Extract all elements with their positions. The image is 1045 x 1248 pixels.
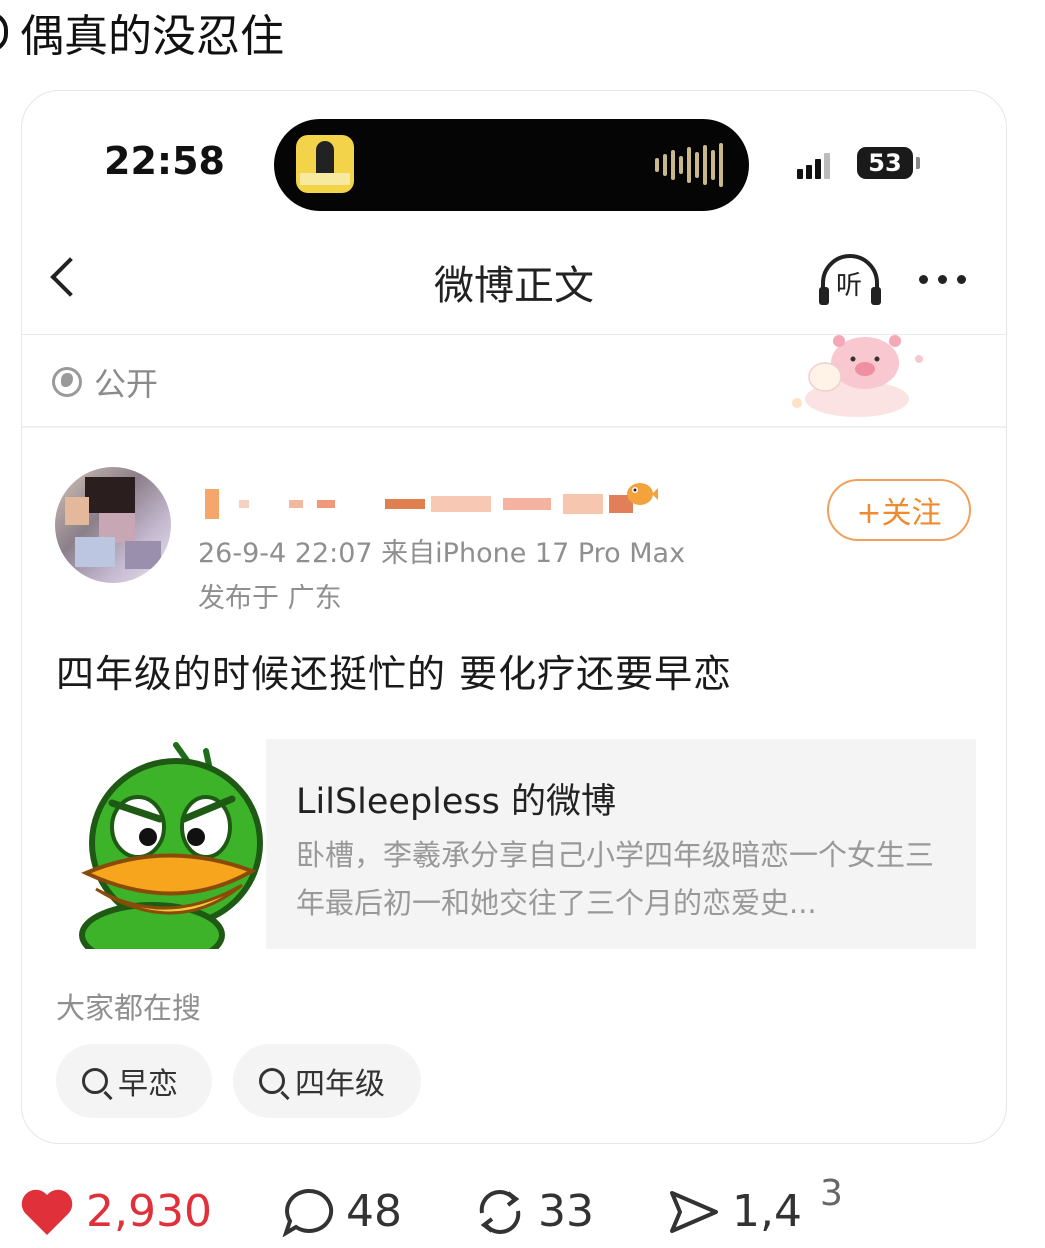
search-chip-1[interactable]: 早恋 [56,1044,212,1118]
repost-count: 33 [538,1186,594,1237]
embedded-post-description: 卧槽，李羲承分享自己小学四年级暗恋一个女生三年最后初一和她交往了三个月的恋爱史.… [296,838,935,920]
avatar[interactable] [55,467,171,583]
battery-icon: 53 [857,147,913,179]
action-bar: 2,930 48 33 1,4 3 [0,1168,1045,1248]
globe-icon [52,367,82,397]
signal-icon [797,153,830,179]
status-time: 22:58 [104,139,225,183]
audio-waveform-icon [655,141,723,189]
comment-icon [282,1188,334,1237]
listen-label[interactable]: 听 [836,265,862,302]
post-caption: 偶真的没忍住 [0,2,284,62]
screenshot-card: 22:58 53 微博正文 听 公开 26-9-4 22:07 来自iPhone… [21,90,1007,1144]
post-content: 四年级的时候还挺忙的 要化疗还要早恋 [56,652,733,696]
battery-cap [916,157,920,169]
comment-button[interactable]: 48 [282,1186,402,1237]
visibility-label: 公开 [94,365,159,403]
embedded-post-title: LilSleepless 的微博 [296,782,617,822]
dynamic-island[interactable] [274,119,749,211]
share-icon [670,1190,718,1233]
like-button[interactable]: 2,930 [20,1186,212,1237]
search-chip-2[interactable]: 四年级 [233,1044,421,1118]
hot-search-label: 大家都在搜 [56,991,202,1025]
search-chip-label: 早恋 [118,1067,178,1102]
post-caption-text: 偶真的没忍住 [20,11,284,62]
share-count: 1,4 [732,1186,802,1237]
share-button[interactable]: 1,4 3 [668,1173,843,1237]
post-meta: 26-9-4 22:07 来自iPhone 17 Pro Max [198,538,686,569]
like-count: 2,930 [86,1186,212,1237]
embedded-post-card[interactable]: LilSleepless 的微博 卧槽，李羲承分享自己小学四年级暗恋一个女生三年… [56,739,976,949]
more-icon[interactable] [919,275,966,284]
author-name-redacted[interactable] [205,489,633,519]
now-playing-artwork [296,135,354,193]
cropped-avatar-edge [0,12,8,52]
post-location: 发布于 广东 [198,583,342,614]
follow-button[interactable]: +关注 [827,479,971,541]
share-count-rolling-digit: 3 [819,1173,843,1214]
heart-icon [21,1189,73,1235]
search-chip-label: 四年级 [295,1067,385,1102]
section-divider [22,426,1006,428]
puffer-badge-icon [627,483,658,505]
duck-avatar-icon [56,739,266,949]
pig-sticker-icon [792,335,923,417]
search-icon [82,1068,108,1094]
visibility-row: 公开 [52,359,158,405]
search-icon [259,1068,285,1094]
comment-count: 48 [346,1186,402,1237]
repost-button[interactable]: 33 [474,1186,594,1237]
repost-icon [479,1189,521,1234]
